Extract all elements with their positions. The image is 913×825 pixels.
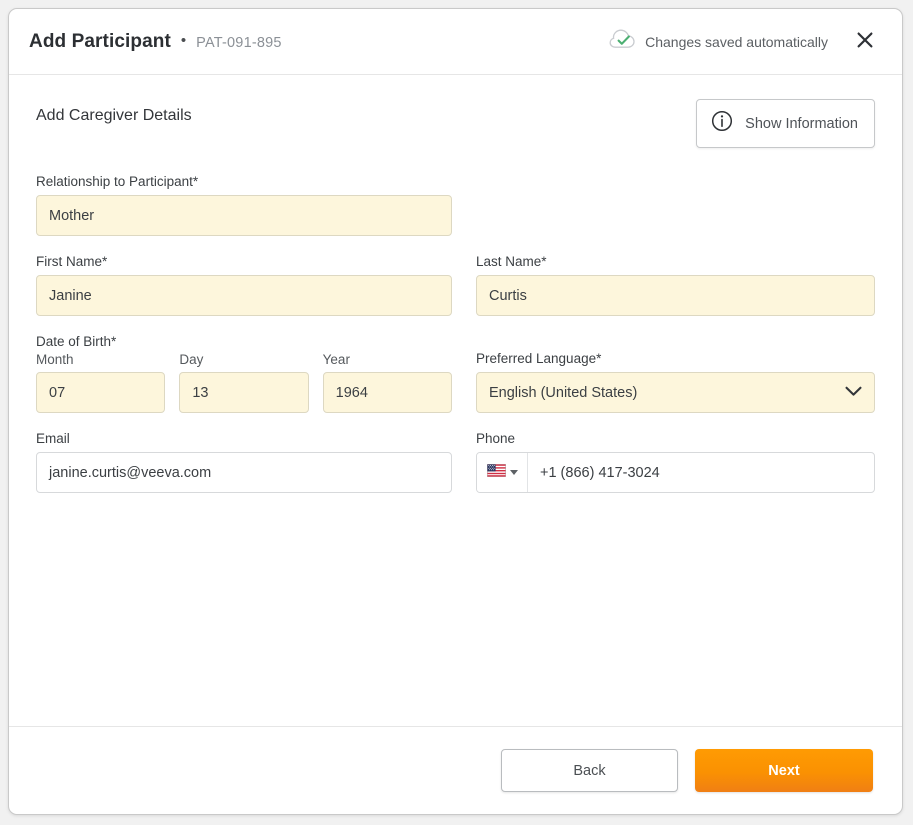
first-name-label: First Name*	[36, 254, 108, 269]
chevron-down-icon	[845, 385, 862, 401]
field-phone: Phone +1 (866) 417-3024	[476, 431, 875, 493]
next-button[interactable]: Next	[695, 749, 873, 792]
preferred-language-value: English (United States)	[489, 384, 638, 401]
dob-month-input[interactable]: 07	[36, 372, 166, 413]
dob-month-label: Month	[36, 352, 74, 367]
preferred-language-label: Preferred Language*	[476, 351, 602, 366]
dob-day-label: Day	[179, 352, 204, 367]
dialog-header: Add Participant • PAT-091-895 Changes sa…	[9, 9, 902, 75]
page-title: Add Participant	[29, 30, 171, 52]
us-flag-icon	[486, 463, 506, 482]
field-date-of-birth: Date of Birth* Month 07 Day 13 Year 1964	[36, 334, 452, 413]
cloud-check-icon	[609, 29, 636, 55]
title-separator: •	[180, 31, 187, 49]
phone-number-input[interactable]: +1 (866) 417-3024	[528, 453, 874, 492]
email-input[interactable]: janine.curtis@veeva.com	[36, 452, 452, 493]
first-name-input[interactable]: Janine	[36, 275, 452, 316]
participant-id: PAT-091-895	[196, 34, 282, 51]
save-status: Changes saved automatically	[609, 29, 828, 55]
body-header-row: Add Caregiver Details Show Information	[36, 99, 875, 148]
field-email: Email janine.curtis@veeva.com	[36, 431, 452, 493]
caret-down-icon	[509, 470, 518, 475]
field-first-name: First Name* Janine	[36, 254, 452, 316]
back-button[interactable]: Back	[501, 749, 678, 792]
save-status-text: Changes saved automatically	[645, 33, 828, 50]
field-dob-year: Year 1964	[322, 352, 452, 413]
country-code-selector[interactable]	[477, 453, 528, 492]
relationship-input[interactable]: Mother	[36, 195, 452, 236]
email-label: Email	[36, 431, 70, 446]
close-icon	[856, 31, 874, 52]
title-group: Add Participant • PAT-091-895	[29, 31, 609, 53]
phone-label: Phone	[476, 431, 516, 446]
field-last-name: Last Name* Curtis	[476, 254, 875, 316]
field-preferred-language: Preferred Language* English (United Stat…	[476, 351, 875, 413]
phone-input-wrapper: +1 (866) 417-3024	[476, 452, 875, 493]
caregiver-form: Relationship to Participant* Mother Firs…	[36, 174, 875, 511]
dialog-body: Add Caregiver Details Show Information R…	[9, 75, 902, 726]
dob-year-input[interactable]: 1964	[322, 372, 452, 413]
field-dob-month: Month 07	[36, 352, 166, 413]
field-relationship: Relationship to Participant* Mother	[36, 174, 452, 236]
field-dob-day: Day 13	[179, 352, 309, 413]
show-information-button[interactable]: Show Information	[696, 99, 875, 148]
date-of-birth-label: Date of Birth*	[36, 334, 117, 349]
date-of-birth-row: Month 07 Day 13 Year 1964	[36, 352, 452, 413]
dob-year-label: Year	[322, 352, 350, 367]
section-title: Add Caregiver Details	[36, 107, 192, 124]
relationship-label: Relationship to Participant*	[36, 174, 199, 189]
add-participant-dialog: Add Participant • PAT-091-895 Changes sa…	[8, 8, 903, 815]
dialog-footer: Back Next	[9, 726, 902, 814]
preferred-language-select[interactable]: English (United States)	[476, 372, 875, 413]
last-name-label: Last Name*	[476, 254, 547, 269]
close-button[interactable]	[850, 27, 880, 57]
info-circle-icon	[711, 110, 733, 137]
last-name-input[interactable]: Curtis	[476, 275, 875, 316]
dob-day-input[interactable]: 13	[179, 372, 309, 413]
show-information-label: Show Information	[745, 115, 858, 132]
